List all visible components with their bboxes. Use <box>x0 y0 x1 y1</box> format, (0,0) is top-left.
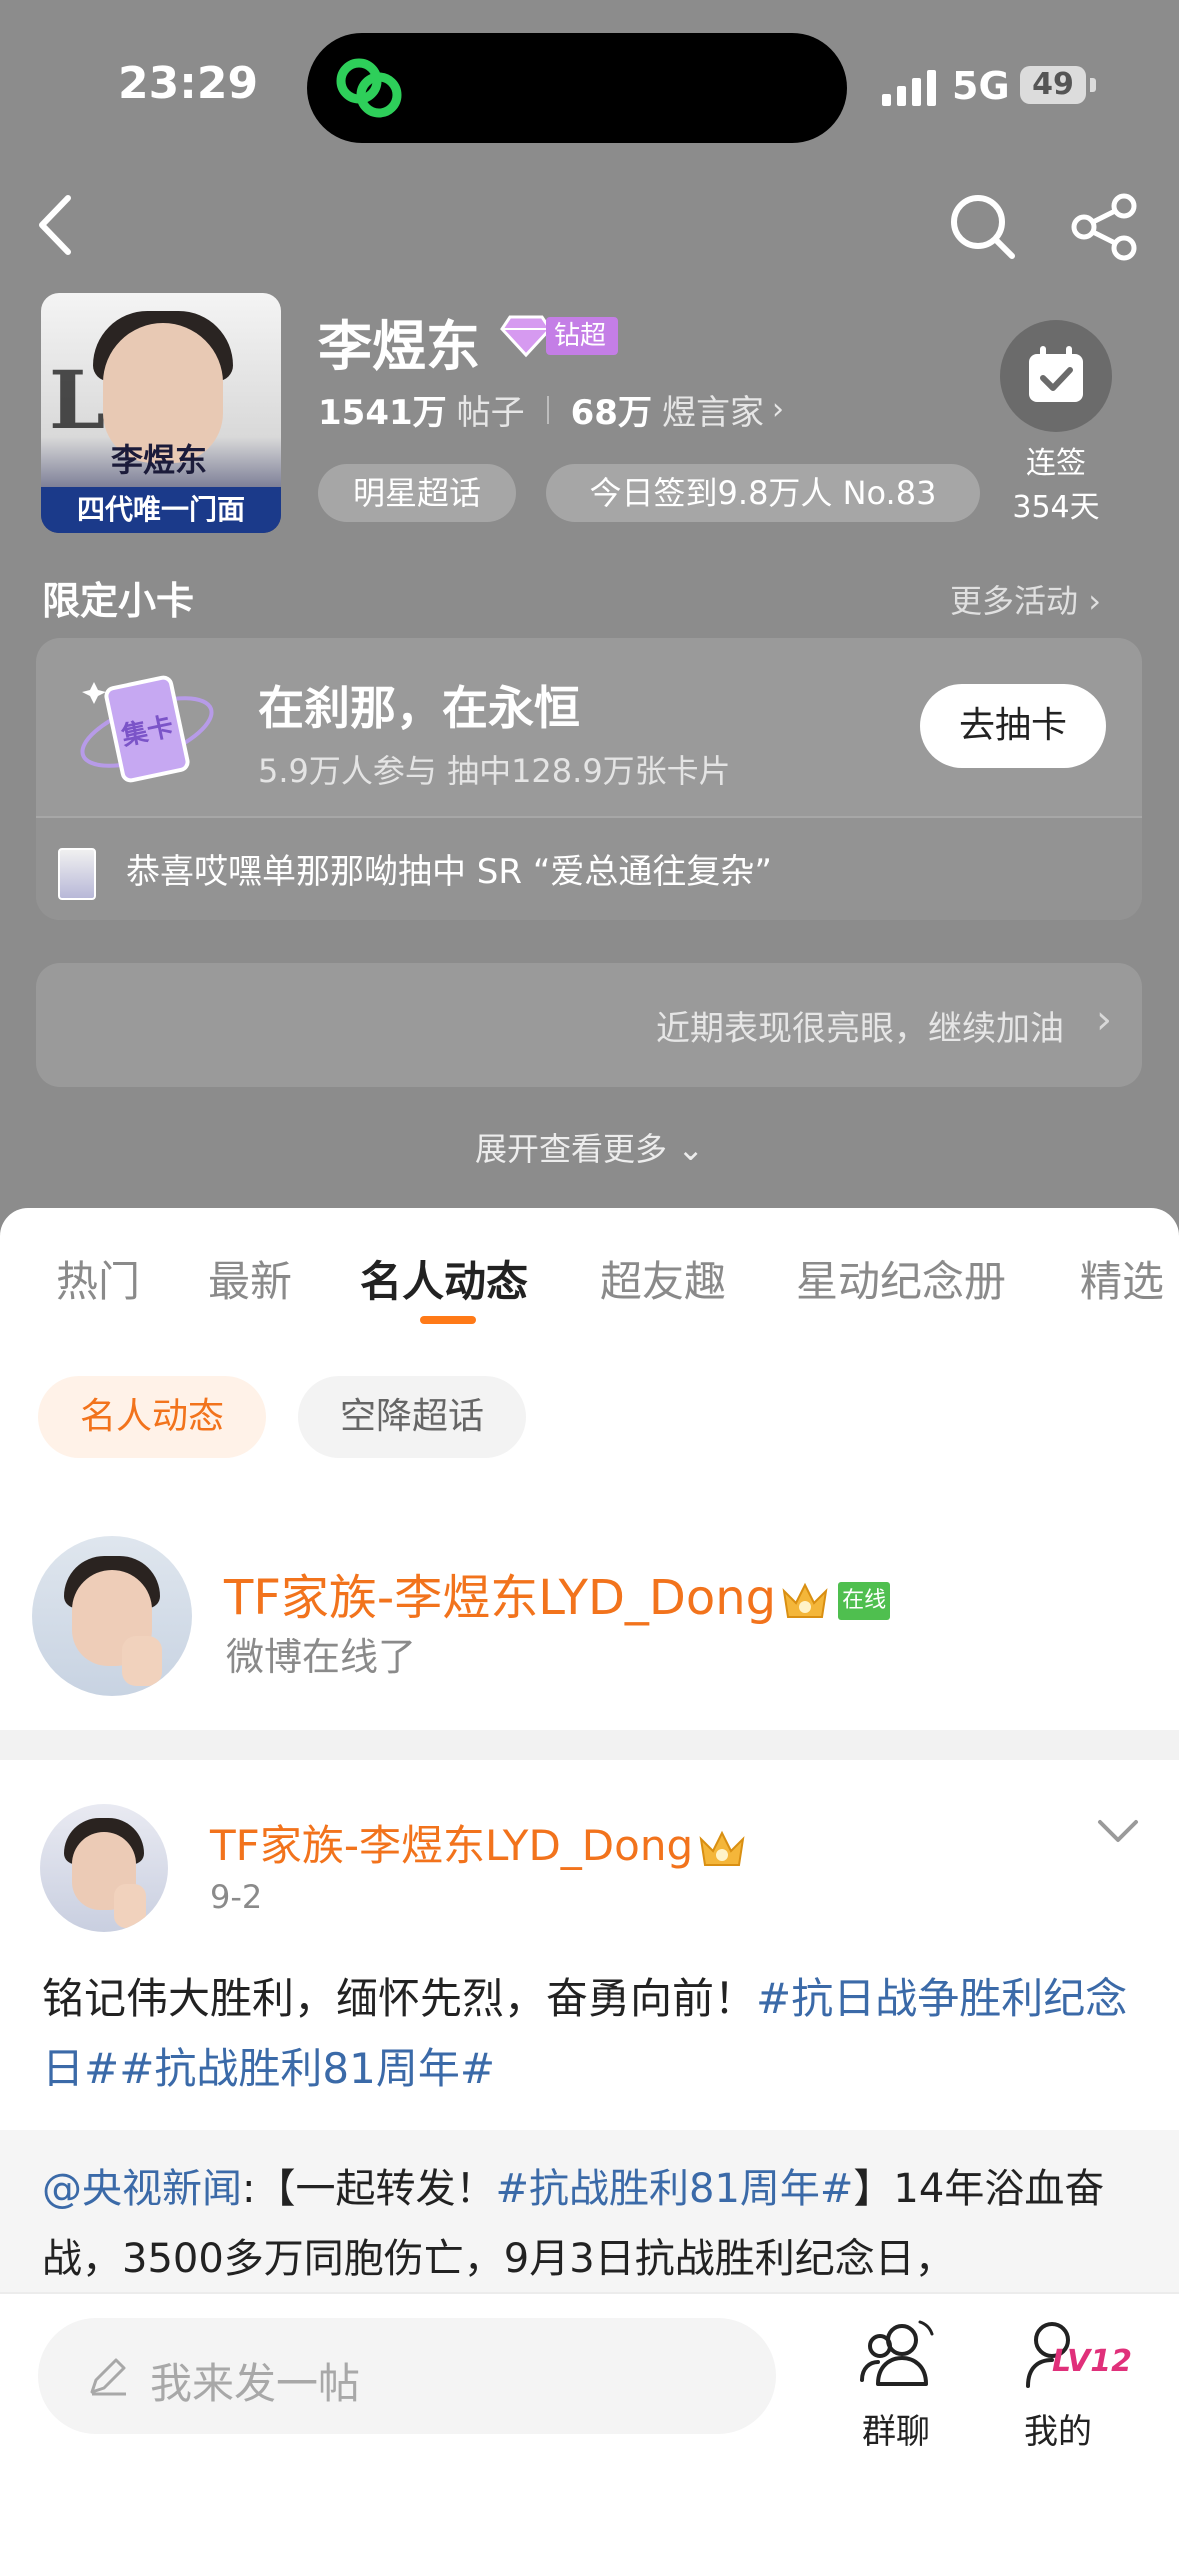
card-activity-title: 在刹那，在永恒 <box>258 681 580 735</box>
search-icon[interactable] <box>948 192 1018 262</box>
link-activity-icon <box>336 58 402 118</box>
performance-banner[interactable]: 近期表现很亮眼，继续加油 › <box>36 963 1142 1087</box>
post-author[interactable]: TF家族-李煜东LYD_Dong <box>210 1821 693 1870</box>
more-activities-link[interactable]: 更多活动 › <box>950 576 1101 622</box>
tab-fan-fun[interactable]: 超友趣 <box>600 1248 726 1309</box>
checkin-days: 354天 <box>1012 490 1100 525</box>
signal-icon <box>882 70 936 106</box>
tab-star-album[interactable]: 星动纪念册 <box>796 1248 1006 1309</box>
topic-avatar[interactable]: L 李煜东 四代唯一门面 <box>41 293 281 533</box>
status-bar: 23:29 5G 49 <box>0 0 1179 170</box>
back-icon[interactable] <box>30 190 80 260</box>
calendar-check-icon <box>1029 346 1083 402</box>
tab-latest[interactable]: 最新 <box>208 1248 292 1309</box>
fans-unit[interactable]: 煜言家 <box>662 385 764 434</box>
tab-featured[interactable]: 精选 <box>1080 1248 1164 1309</box>
avatar-caption: 四代唯一门面 <box>41 487 281 533</box>
post-text: 铭记伟大胜利，缅怀先烈，奋勇向前！#抗日战争胜利纪念日##抗战胜利81周年# <box>42 1964 1142 2104</box>
limited-cards-title: 限定小卡 <box>42 579 195 623</box>
group-chat-button[interactable]: 群聊 <box>836 2314 956 2453</box>
avatar-name-text: 李煜东 <box>111 441 208 479</box>
avatar[interactable] <box>40 1804 168 1932</box>
checkin-streak: 连签 354天 <box>990 442 1122 530</box>
posts-count: 1541万 <box>318 393 447 433</box>
expand-more-label[interactable]: 展开查看更多 <box>475 1130 667 1168</box>
crown-icon <box>699 1830 745 1866</box>
card-winner-ticker[interactable]: 恭喜哎嘿单那那呦抽中 SR “爱总通往复杂” <box>36 818 1142 920</box>
share-icon[interactable] <box>1070 192 1140 262</box>
mine-label: 我的 <box>1024 2412 1092 2452</box>
compose-placeholder: 我来发一帖 <box>150 2359 361 2408</box>
topic-stats: 1541万 帖子 68万 煜言家 › <box>318 385 784 434</box>
dynamic-island <box>307 33 847 143</box>
draw-card-button[interactable]: 去抽卡 <box>920 684 1106 768</box>
chevron-right-icon: › <box>1096 997 1112 1043</box>
tab-celebrity-updates[interactable]: 名人动态 <box>360 1248 528 1309</box>
card-draw-panel[interactable]: 集卡 在刹那，在永恒 5.9万人参与 抽中128.9万张卡片 去抽卡 恭喜哎嘿单… <box>36 638 1142 920</box>
live-user-name[interactable]: TF家族-李煜东LYD_Dong <box>224 1570 776 1626</box>
checkin-rank-chip[interactable]: 今日签到9.8万人 No.83 <box>546 464 980 522</box>
group-chat-label: 群聊 <box>862 2412 930 2452</box>
topic-title: 李煜东 <box>318 315 480 378</box>
pen-icon <box>90 2358 126 2396</box>
mini-card-icon <box>58 848 96 900</box>
mention-link[interactable]: @央视新闻 <box>42 2166 242 2212</box>
bottom-bar: 我来发一帖 群聊 LV12 我的 <box>0 2292 1179 2556</box>
network-type: 5G <box>952 64 1010 108</box>
battery-tip <box>1090 78 1096 92</box>
group-chat-icon <box>860 2320 934 2386</box>
card-collect-icon: 集卡 <box>80 675 214 783</box>
chevron-right-icon[interactable]: › <box>772 392 784 427</box>
level-badge: LV12 <box>1052 2344 1132 2379</box>
crown-icon <box>782 1582 828 1618</box>
online-badge: 在线 <box>838 1582 891 1620</box>
filter-celebrity-updates[interactable]: 名人动态 <box>38 1376 266 1458</box>
posts-unit: 帖子 <box>456 393 525 433</box>
card-activity-stats: 5.9万人参与 抽中128.9万张卡片 <box>258 752 731 790</box>
battery-indicator: 49 <box>1020 66 1086 104</box>
checkin-button[interactable] <box>1000 320 1112 432</box>
hashtag-link[interactable]: #抗战胜利81周年# <box>119 2044 495 2093</box>
tab-hot[interactable]: 热门 <box>56 1248 140 1309</box>
filter-airdrop-topic[interactable]: 空降超话 <box>298 1376 526 1458</box>
post-author-row[interactable]: TF家族-李煜东LYD_Dong <box>210 1812 747 1873</box>
chevron-down-icon[interactable] <box>1096 1816 1140 1846</box>
avatar-hand <box>122 1636 162 1686</box>
avatar[interactable] <box>32 1536 192 1696</box>
clock: 23:29 <box>118 58 259 109</box>
live-status-text: 微博在线了 <box>226 1635 417 1679</box>
diamond-badge-label: 钻超 <box>546 317 619 355</box>
section-divider <box>0 1730 1179 1760</box>
live-user-name-row[interactable]: TF家族-李煜东LYD_Dong 在线 <box>224 1558 891 1628</box>
chevron-down-icon: ⌄ <box>677 1130 704 1168</box>
feed-tabs: 热门 最新 名人动态 超友趣 星动纪念册 精选 <box>0 1238 1179 1338</box>
post-text-plain: 铭记伟大胜利，缅怀先烈，奋勇向前！ <box>42 1974 757 2023</box>
active-tab-indicator <box>420 1316 476 1324</box>
avatar-hand <box>114 1884 146 1928</box>
diamond-super-badge[interactable]: 钻超 <box>500 314 619 358</box>
chevron-right-icon: › <box>1088 582 1101 620</box>
performance-text: 近期表现很亮眼，继续加油 <box>656 1009 1064 1049</box>
more-activities-label[interactable]: 更多活动 <box>950 582 1078 620</box>
compose-input[interactable]: 我来发一帖 <box>38 2318 776 2434</box>
mine-button[interactable]: LV12 我的 <box>998 2314 1132 2453</box>
repost-prefix: :【一起转发！ <box>242 2166 496 2212</box>
diamond-icon <box>500 315 552 358</box>
star-topic-chip[interactable]: 明星超话 <box>318 464 516 522</box>
card-winner-text: 恭喜哎嘿单那那呦抽中 SR “爱总通往复杂” <box>126 852 773 892</box>
expand-more-button[interactable]: 展开查看更多 ⌄ <box>0 1124 1179 1170</box>
checkin-label: 连签 <box>1026 446 1086 481</box>
post-date: 9-2 <box>210 1878 263 1916</box>
repost-text: @央视新闻:【一起转发！#抗战胜利81周年#】14年浴血奋战，3500多万同胞伤… <box>42 2154 1142 2294</box>
stats-separator <box>546 395 549 424</box>
fans-count[interactable]: 68万 <box>571 385 652 434</box>
hashtag-link[interactable]: #抗战胜利81周年# <box>495 2166 853 2212</box>
